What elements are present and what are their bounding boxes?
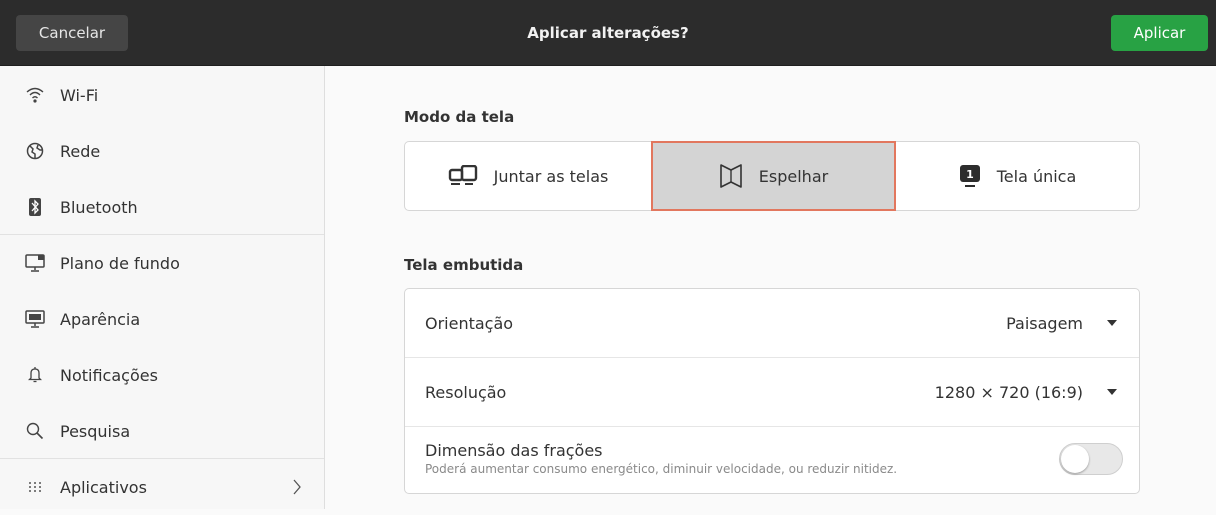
bell-icon <box>25 365 45 385</box>
builtin-display-heading: Tela embutida <box>404 256 524 274</box>
sidebar-item-notifications[interactable]: Notificações <box>0 347 324 403</box>
mode-join-displays-button[interactable]: Juntar as telas <box>405 142 651 210</box>
chevron-right-icon <box>292 478 302 500</box>
mode-label: Juntar as telas <box>493 166 609 186</box>
sidebar: Wi-Fi Rede Bluetooth Plano de fundo Apar… <box>0 66 325 509</box>
join-displays-icon <box>448 165 478 187</box>
sidebar-item-label: Wi-Fi <box>60 85 99 105</box>
orientation-value: Paisagem <box>1006 313 1083 333</box>
sidebar-item-search[interactable]: Pesquisa <box>0 403 324 459</box>
dropdown-arrow-icon <box>1107 389 1117 395</box>
mode-label: Tela única <box>996 166 1077 186</box>
display-mode-selector: Juntar as telas Espelhar 1 Tela única <box>404 141 1140 211</box>
orientation-row[interactable]: Orientação Paisagem <box>405 289 1139 357</box>
resolution-row[interactable]: Resolução 1280 × 720 (16:9) <box>405 358 1139 426</box>
switch-knob <box>1061 445 1089 473</box>
mirror-icon <box>719 163 743 189</box>
dropdown-arrow-icon <box>1107 320 1117 326</box>
apply-button[interactable]: Aplicar <box>1111 15 1208 51</box>
display-mode-heading: Modo da tela <box>404 108 515 126</box>
builtin-display-panel: Orientação Paisagem Resolução 1280 × 720… <box>404 288 1140 494</box>
single-display-icon: 1 <box>959 164 981 188</box>
network-globe-icon <box>25 141 45 161</box>
cancel-button[interactable]: Cancelar <box>16 15 128 51</box>
svg-text:1: 1 <box>966 168 974 181</box>
appearance-icon <box>25 309 45 329</box>
monitor-background-icon <box>25 253 45 273</box>
sidebar-item-background[interactable]: Plano de fundo <box>0 235 324 291</box>
sidebar-item-label: Aplicativos <box>60 477 147 497</box>
fractional-scaling-description: Poderá aumentar consumo energético, dimi… <box>425 462 898 476</box>
mode-mirror-button[interactable]: Espelhar <box>651 141 896 211</box>
fractional-scaling-switch[interactable] <box>1059 443 1123 475</box>
sidebar-item-applications[interactable]: Aplicativos <box>0 459 324 515</box>
mode-single-display-button[interactable]: 1 Tela única <box>896 142 1139 210</box>
sidebar-item-label: Bluetooth <box>60 197 138 217</box>
mode-label: Espelhar <box>758 166 829 186</box>
grid-icon <box>25 477 45 497</box>
sidebar-item-label: Pesquisa <box>60 421 131 441</box>
sidebar-item-label: Rede <box>60 141 101 161</box>
resolution-label: Resolução <box>425 382 507 402</box>
search-icon <box>25 421 45 441</box>
sidebar-item-label: Aparência <box>60 309 141 329</box>
header-bar: Aplicar alterações? Cancelar Aplicar <box>0 0 1216 66</box>
sidebar-item-appearance[interactable]: Aparência <box>0 291 324 347</box>
sidebar-item-label: Plano de fundo <box>60 253 180 273</box>
resolution-value: 1280 × 720 (16:9) <box>934 382 1083 402</box>
sidebar-item-rede[interactable]: Rede <box>0 123 324 179</box>
sidebar-item-label: Notificações <box>60 365 158 385</box>
fractional-scaling-label: Dimensão das frações <box>425 441 603 460</box>
sidebar-item-wifi[interactable]: Wi-Fi <box>0 67 324 123</box>
fractional-scaling-row: Dimensão das frações Poderá aumentar con… <box>405 427 1139 493</box>
dialog-title: Aplicar alterações? <box>527 24 689 42</box>
sidebar-item-bluetooth[interactable]: Bluetooth <box>0 179 324 235</box>
wifi-icon <box>25 85 45 105</box>
orientation-label: Orientação <box>425 313 514 333</box>
bluetooth-icon <box>25 197 45 217</box>
